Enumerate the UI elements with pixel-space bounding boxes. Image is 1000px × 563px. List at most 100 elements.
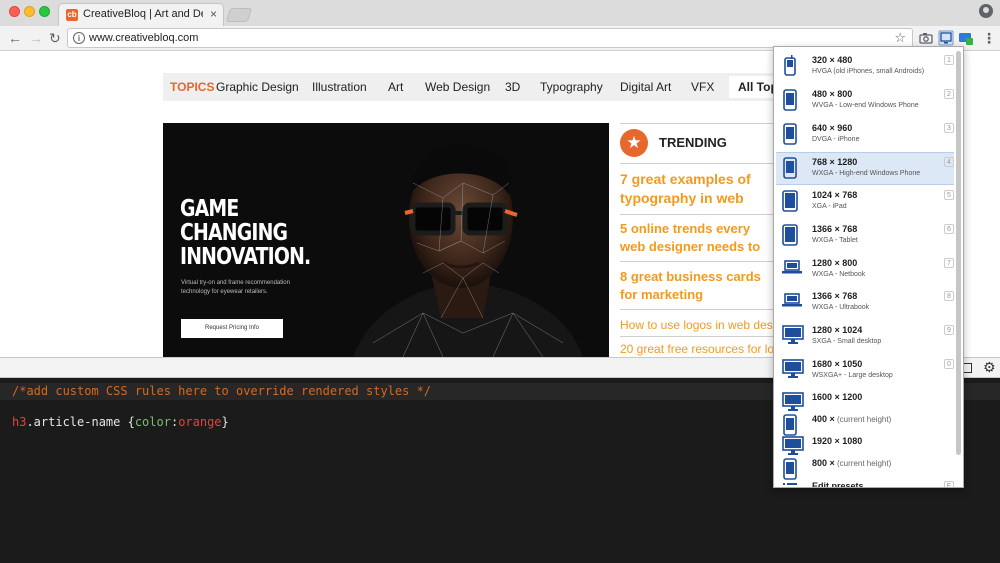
resolution-value: Edit presets xyxy=(812,481,864,488)
bookmark-star-icon[interactable]: ☆ xyxy=(894,30,906,46)
resolution-item[interactable]: 1366 × 768 WXGA - Ultrabook 8 xyxy=(776,287,954,320)
resolution-item[interactable]: 768 × 1280 WXGA - High-end Windows Phone 4 xyxy=(776,152,954,185)
css-brace-open: { xyxy=(120,415,135,429)
minimize-window-button[interactable] xyxy=(24,6,35,17)
resolution-item[interactable]: 640 × 960 DVGA - iPhone 3 xyxy=(776,119,954,152)
resolution-label: 400 × (current height) xyxy=(812,414,891,424)
resolution-value: 1280 × 1024 xyxy=(812,325,863,335)
resolution-label: 1280 × 800 xyxy=(812,258,857,268)
css-brace-close: } xyxy=(221,415,229,429)
css-property: color xyxy=(134,415,171,429)
topic-link-illustration[interactable]: Illustration xyxy=(312,80,367,94)
resolution-description: WXGA - Ultrabook xyxy=(812,304,870,311)
shortcut-key-badge: 0 xyxy=(944,359,954,369)
site-info-icon[interactable]: i xyxy=(73,32,85,44)
maximize-window-button[interactable] xyxy=(39,6,50,17)
shortcut-key-badge: 1 xyxy=(944,55,954,65)
resolution-item[interactable]: 1280 × 1024 SXGA - Small desktop 9 xyxy=(776,321,954,354)
topic-link-digital-art[interactable]: Digital Art xyxy=(620,80,671,94)
back-arrow-icon[interactable]: ← xyxy=(8,29,22,47)
article-link[interactable]: How to use logos in web design xyxy=(620,317,775,333)
reload-icon[interactable]: ↻ xyxy=(49,29,61,47)
divider xyxy=(620,309,780,310)
resolution-value: 1280 × 800 xyxy=(812,258,858,268)
hero-ad-banner[interactable]: GAME CHANGING INNOVATION. Virtual try-on… xyxy=(163,123,609,357)
resolution-description: WXGA - Netbook xyxy=(812,271,866,278)
article-link[interactable]: 8 great business cards for marketing pro… xyxy=(620,268,775,304)
resolution-item[interactable]: 320 × 480 HVGA (old iPhones, small Androi… xyxy=(776,51,954,84)
topic-link-art[interactable]: Art xyxy=(388,80,403,94)
resolution-label: 320 × 480 xyxy=(812,55,852,65)
resolution-value: 768 × 1280 xyxy=(812,157,858,167)
resolution-item[interactable]: 1024 × 768 XGA - iPad 5 xyxy=(776,186,954,219)
tablet-icon xyxy=(782,224,798,251)
resolution-label: 1024 × 768 xyxy=(812,190,857,200)
topics-nav: TOPICS Graphic Design Illustration Art W… xyxy=(163,73,794,101)
resolution-description: SXGA - Small desktop xyxy=(812,338,882,345)
profile-icon[interactable] xyxy=(979,4,993,18)
dropdown-scrollbar[interactable] xyxy=(956,51,961,455)
divider xyxy=(620,336,780,337)
resolution-item[interactable]: 1680 × 1050 WSXGA+ - Large desktop 0 xyxy=(776,355,954,388)
shortcut-key-badge: 2 xyxy=(944,89,954,99)
resolution-value: 800 × xyxy=(812,458,835,468)
resolution-label: Edit presets xyxy=(812,481,864,488)
address-bar[interactable]: i www.creativebloq.com ☆ xyxy=(67,28,913,48)
request-pricing-button[interactable]: Request Pricing Info xyxy=(181,319,283,338)
browser-tab[interactable]: cb CreativeBloq | Art and Design × xyxy=(58,3,224,26)
topic-link-vfx[interactable]: VFX xyxy=(691,80,714,94)
close-window-button[interactable] xyxy=(9,6,20,17)
url-text: www.creativebloq.com xyxy=(89,32,199,44)
shortcut-key-badge: 4 xyxy=(944,157,954,167)
shortcut-key-badge: 8 xyxy=(944,291,954,301)
tab-close-icon[interactable]: × xyxy=(210,7,217,21)
list-icon xyxy=(782,481,798,487)
hero-title-line: GAME xyxy=(180,196,239,222)
article-link[interactable]: 5 online trends every web designer needs… xyxy=(620,220,775,256)
responsive-extension-icon[interactable] xyxy=(958,30,974,46)
new-tab-button[interactable] xyxy=(225,8,253,22)
resolution-label: 480 × 800 xyxy=(812,89,852,99)
resolution-label: 800 × (current height) xyxy=(812,458,891,468)
tablet-icon xyxy=(782,190,798,217)
topic-link-graphic-design[interactable]: Graphic Design xyxy=(216,80,299,94)
resolution-item[interactable]: 480 × 800 WVGA - Low-end Windows Phone 2 xyxy=(776,85,954,118)
resolution-label: 1920 × 1080 xyxy=(812,436,862,446)
window-resizer-extension-icon[interactable] xyxy=(938,30,954,46)
resolution-value: 480 × 800 xyxy=(812,89,853,99)
hero-title: GAME CHANGING INNOVATION. xyxy=(180,196,311,269)
resolution-item[interactable]: 1280 × 800 WXGA - Netbook 7 xyxy=(776,254,954,287)
resolution-item[interactable]: Edit presets E xyxy=(776,477,954,488)
trending-title: TRENDING xyxy=(659,135,727,150)
phone-icon xyxy=(782,123,798,150)
resolution-label: 1600 × 1200 xyxy=(812,392,862,402)
phone-icon xyxy=(782,89,798,116)
settings-gear-icon[interactable]: ⚙ xyxy=(983,359,996,376)
current-height-note: (current height) xyxy=(834,415,892,424)
resolution-value: 1366 × 768 xyxy=(812,224,858,234)
resolution-value: 640 × 960 xyxy=(812,123,853,133)
resolution-label: 768 × 1280 xyxy=(812,157,857,167)
resolution-label: 1366 × 768 xyxy=(812,224,857,234)
resolution-description: XGA - iPad xyxy=(812,203,847,210)
trending-star-icon: ★ xyxy=(620,129,648,157)
camera-extension-icon[interactable] xyxy=(918,30,934,46)
article-link[interactable]: 7 great examples of typography in web de… xyxy=(620,170,776,208)
resolution-description: HVGA (old iPhones, small Androids) xyxy=(812,68,925,75)
resolution-description: WXGA - High-end Windows Phone xyxy=(812,170,921,177)
article-link[interactable]: 20 great free resources for logo design xyxy=(620,341,775,357)
css-rule-line[interactable]: h3.article-name {color:orange} xyxy=(12,415,229,429)
topic-link-web-design[interactable]: Web Design xyxy=(425,80,490,94)
creativebloq-favicon-icon: cb xyxy=(66,9,78,21)
resolution-label: 640 × 960 xyxy=(812,123,852,133)
portrait-image xyxy=(353,143,583,357)
phone-icon xyxy=(782,157,798,184)
menu-dots-icon[interactable]: ⋮ xyxy=(982,29,996,47)
resolution-dropdown: 320 × 480 HVGA (old iPhones, small Androi… xyxy=(773,46,964,488)
resolution-label: 1680 × 1050 xyxy=(812,359,862,369)
topic-link-typography[interactable]: Typography xyxy=(540,80,603,94)
topic-link-3d[interactable]: 3D xyxy=(505,80,520,94)
resolution-item[interactable]: 1366 × 768 WXGA - Tablet 6 xyxy=(776,220,954,253)
forward-arrow-icon[interactable]: → xyxy=(29,29,43,47)
css-tag: h3 xyxy=(12,415,27,429)
